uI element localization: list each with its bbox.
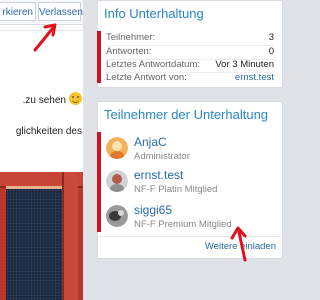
- info-row-last-reply-by: Letzte Antwort von: ernst.test: [106, 72, 274, 83]
- divider: [98, 236, 280, 237]
- info-row-last-reply-date: Letztes Antwortdatum: Vor 3 Minuten: [106, 59, 274, 70]
- participant-item[interactable]: AnjaC Administrator: [106, 135, 320, 165]
- message-text-line-1: zu sehen.: [0, 92, 82, 106]
- info-panel-title: Info Unterhaltung: [104, 6, 204, 21]
- smiley-icon: [69, 92, 82, 105]
- conversation-pane: rkieren Verlassen zu sehen. glichkeiten …: [0, 0, 83, 300]
- avatar[interactable]: [106, 205, 128, 227]
- participant-item[interactable]: siggi65 NF-F Premium Mitglied: [106, 203, 320, 233]
- participant-role: NF-F Premium Mitglied: [134, 219, 232, 230]
- attached-image: [0, 172, 83, 300]
- annotation-arrow-icon: [33, 23, 57, 52]
- participant-item[interactable]: ernst.test NF-F Platin Mitglied: [106, 168, 320, 198]
- annotation-arrow-icon: [230, 226, 247, 262]
- info-row-participants: Teilnehmer: 3: [106, 32, 274, 43]
- accent-bar: [97, 132, 101, 232]
- participant-name[interactable]: AnjaC: [134, 135, 167, 149]
- info-panel: Info Unterhaltung Teilnehmer: 3 Antworte…: [97, 0, 283, 88]
- participant-role: NF-F Platin Mitglied: [134, 184, 218, 195]
- participant-name[interactable]: siggi65: [134, 203, 172, 217]
- leave-button[interactable]: Verlassen: [38, 2, 83, 21]
- partial-action-button[interactable]: rkieren: [0, 2, 36, 21]
- avatar[interactable]: [106, 170, 128, 192]
- participants-panel: Teilnehmer der Unterhaltung AnjaC Admini…: [97, 101, 283, 259]
- participants-panel-title: Teilnehmer der Unterhaltung: [104, 107, 269, 122]
- participant-role: Administrator: [134, 151, 190, 162]
- message-text-line-2: glichkeiten des: [15, 126, 82, 137]
- participant-name[interactable]: ernst.test: [134, 168, 183, 182]
- avatar[interactable]: [106, 137, 128, 159]
- accent-bar: [97, 31, 101, 83]
- info-row-replies: Antworten: 0: [106, 46, 274, 57]
- last-reply-user-link[interactable]: ernst.test: [235, 72, 274, 83]
